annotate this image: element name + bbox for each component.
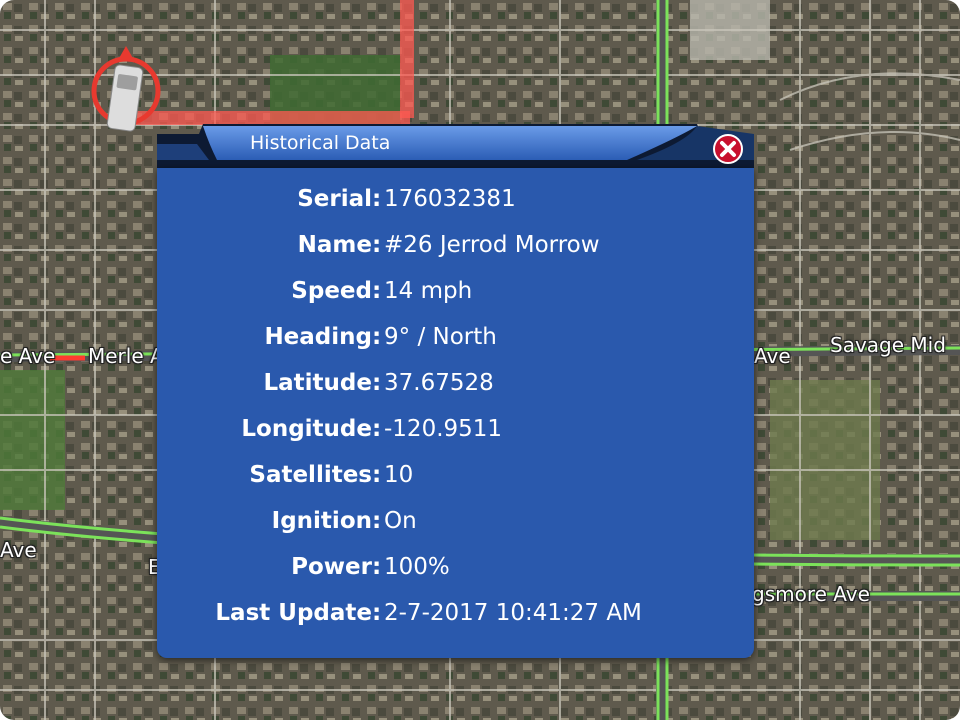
info-row-power: Power: 100% [291,554,450,580]
road-label-merle-left: e Ave [0,344,56,368]
road-label-left-ave: Ave [0,538,37,562]
info-label: Satellites [249,462,372,488]
info-row-latitude: Latitude: 37.67528 [263,370,494,396]
info-row-last-update: Last Update: 2-7-2017 10:41:27 AM [215,600,642,626]
info-row-serial: Serial: 176032381 [297,186,516,212]
info-label: Ignition [271,508,372,534]
info-label: Latitude [263,370,373,396]
info-label: Serial [297,186,372,212]
road-label-savage-mid: Savage Mid [830,333,946,357]
dialog-body: Serial: 176032381 Name: #26 Jerrod Morro… [157,168,754,658]
info-row-ignition: Ignition: On [271,508,417,534]
info-value: 2-7-2017 10:41:27 AM [384,600,642,626]
dialog-title: Historical Data [250,132,391,154]
info-value: 9° / North [384,324,497,350]
info-label: Heading [264,324,372,350]
info-value: -120.9511 [384,416,503,442]
app-frame: e Ave Merle A Ave Savage Mid Ave E gsmor… [0,0,960,720]
info-row-heading: Heading: 9° / North [264,324,497,350]
info-value: 14 mph [384,278,473,304]
info-label: Last Update [215,600,372,626]
info-value: 10 [384,462,414,488]
info-value: On [384,508,417,534]
info-value: 176032381 [384,186,516,212]
info-label: Power [291,554,372,580]
road-label-savage-ave: Ave [754,344,791,368]
info-value: #26 Jerrod Morrow [384,232,600,258]
info-label: Longitude [241,416,372,442]
dialog-header[interactable] [157,124,754,168]
road-label-merle-right: Merle A [88,344,164,368]
road-label-kingsmore: gsmore Ave [752,582,870,606]
info-value: 37.67528 [384,370,494,396]
info-label: Name [297,232,372,258]
info-row-name: Name: #26 Jerrod Morrow [297,232,600,258]
info-label: Speed [291,278,372,304]
info-value: 100% [384,554,450,580]
info-row-satellites: Satellites: 10 [249,462,414,488]
info-row-speed: Speed: 14 mph [291,278,473,304]
info-row-longitude: Longitude: -120.9511 [241,416,503,442]
close-icon[interactable] [712,133,744,165]
historical-data-dialog: Historical Data Serial: 176032381 Name: … [157,124,754,660]
